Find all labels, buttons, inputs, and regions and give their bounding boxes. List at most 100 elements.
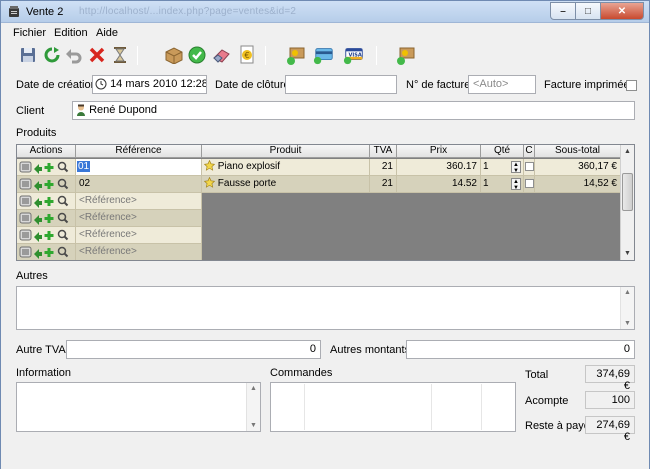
svg-text:VISA: VISA	[349, 52, 362, 58]
minimize-button[interactable]: –	[550, 2, 576, 20]
row-1-product[interactable]: Piano explosif	[202, 159, 370, 176]
row-1-tva[interactable]: 21	[370, 159, 397, 176]
row-actions-icon[interactable]	[19, 228, 75, 242]
autre-tva-field[interactable]: 0	[66, 340, 321, 359]
hourglass-icon[interactable]	[109, 44, 131, 66]
row-1-reference[interactable]: 01	[76, 159, 202, 176]
window-url: http://localhost/...index.php?page=vente…	[79, 6, 297, 17]
row-actions-icon[interactable]	[19, 194, 75, 208]
creation-date-field[interactable]: 14 mars 2010 12:28:04	[92, 75, 207, 94]
creation-date-value: 14 mars 2010 12:28:04	[110, 78, 206, 90]
delete-icon[interactable]	[86, 44, 108, 66]
remaining-value: 274,69 €	[585, 416, 635, 443]
row-2-reference[interactable]: 02	[76, 176, 202, 193]
qty-spinner[interactable]: ▲ ▼	[511, 178, 521, 191]
col-reference[interactable]: Référence	[76, 145, 202, 158]
scroll-thumb[interactable]	[622, 173, 633, 211]
remaining-label: Reste à payer	[525, 420, 594, 432]
col-actions[interactable]: Actions	[17, 145, 76, 158]
total-label: Total	[525, 369, 549, 381]
row-actions-icon[interactable]	[19, 177, 75, 191]
row-1-qty[interactable]: 1 ▲ ▼	[481, 159, 524, 176]
invoice-printed-label: Facture imprimée	[544, 79, 630, 91]
row-actions-icon[interactable]	[19, 211, 75, 225]
empty-row-2-reference[interactable]: <Référence>	[76, 210, 202, 227]
window-title: Vente 2	[26, 6, 64, 18]
validate-icon[interactable]	[186, 44, 208, 66]
clock-icon	[95, 78, 107, 90]
star-icon	[203, 176, 216, 188]
invoice-printed-checkbox[interactable]	[626, 80, 637, 91]
autres-textarea[interactable]: ▲ ▼	[16, 286, 635, 330]
undo-icon[interactable]	[63, 44, 85, 66]
empty-row-1-reference[interactable]: <Référence>	[76, 193, 202, 210]
eraser-icon[interactable]	[211, 44, 233, 66]
creation-date-label: Date de création	[16, 79, 97, 91]
client-value: René Dupond	[89, 104, 157, 116]
total-value: 374,69 €	[585, 365, 635, 392]
card-icon[interactable]	[313, 44, 335, 66]
col-subtotal[interactable]: Sous-total	[535, 145, 621, 158]
autres-label: Autres	[16, 270, 48, 282]
col-c[interactable]: C	[524, 145, 535, 158]
empty-row-4-reference[interactable]: <Référence>	[76, 244, 202, 260]
row-2-c[interactable]	[524, 176, 535, 193]
row-1-subtotal: 360,17 €	[535, 159, 621, 176]
information-label: Information	[16, 367, 72, 379]
menu-fichier[interactable]: Fichier	[13, 27, 46, 39]
products-label: Produits	[16, 127, 57, 139]
information-scrollbar[interactable]: ▲ ▼	[246, 383, 260, 431]
autres-scrollbar[interactable]: ▲ ▼	[620, 287, 634, 329]
autres-montants-label: Autres montants	[330, 344, 411, 356]
empty-row-3-actions	[17, 227, 76, 244]
empty-row-1-actions	[17, 193, 76, 210]
col-product[interactable]: Produit	[202, 145, 370, 158]
closing-date-label: Date de clôture	[215, 79, 290, 91]
window: Vente 2 http://localhost/...index.php?pa…	[0, 0, 650, 469]
menu-aide[interactable]: Aide	[96, 27, 118, 39]
closing-date-field[interactable]	[285, 75, 397, 94]
empty-row-2-actions	[17, 210, 76, 227]
autres-montants-field[interactable]: 0	[406, 340, 635, 359]
scroll-down-arrow-icon[interactable]: ▼	[623, 249, 632, 258]
row-2-actions	[17, 176, 76, 193]
client-field[interactable]: René Dupond	[72, 101, 635, 120]
qty-spinner[interactable]: ▲ ▼	[511, 161, 521, 174]
row-2-tva[interactable]: 21	[370, 176, 397, 193]
group-icon[interactable]	[286, 44, 308, 66]
row-2-subtotal: 14,52 €	[535, 176, 621, 193]
row-1-c[interactable]	[524, 159, 535, 176]
col-qty[interactable]: Qté	[481, 145, 524, 158]
group-2-icon[interactable]	[396, 44, 418, 66]
col-price[interactable]: Prix	[397, 145, 481, 158]
refresh-icon[interactable]	[41, 44, 63, 66]
title-bar: Vente 2 http://localhost/...index.php?pa…	[1, 1, 649, 23]
empty-row-4-actions	[17, 244, 76, 260]
invoice-number-label: N° de facture	[406, 79, 471, 91]
menu-edition[interactable]: Edition	[54, 27, 88, 39]
save-icon[interactable]	[17, 44, 39, 66]
row-2-qty[interactable]: 1 ▲ ▼	[481, 176, 524, 193]
products-scrollbar[interactable]: ▲ ▼	[620, 145, 634, 260]
euro-icon[interactable]: €	[236, 44, 258, 66]
commandes-list[interactable]	[270, 382, 516, 432]
invoice-number-field[interactable]: <Auto>	[468, 75, 536, 94]
row-1-price[interactable]: 360.17	[397, 159, 481, 176]
row-2-price[interactable]: 14.52	[397, 176, 481, 193]
information-textarea[interactable]: ▲ ▼	[16, 382, 261, 432]
scroll-up-arrow-icon[interactable]: ▲	[623, 147, 632, 156]
row-actions-icon[interactable]	[19, 160, 75, 174]
row-actions-icon[interactable]	[19, 245, 75, 259]
products-grid: Actions Référence Produit TVA Prix Qté C…	[16, 144, 635, 261]
empty-row-3-reference[interactable]: <Référence>	[76, 227, 202, 244]
maximize-button[interactable]: □	[576, 2, 601, 20]
menu-bar: Fichier Edition Aide	[1, 24, 649, 42]
col-tva[interactable]: TVA	[370, 145, 397, 158]
close-button[interactable]: ✕	[601, 2, 644, 20]
user-icon	[77, 104, 85, 116]
package-icon[interactable]	[163, 44, 185, 66]
visa-icon[interactable]: VISA	[343, 44, 365, 66]
sale-form: Date de création 14 mars 2010 12:28:04 D…	[1, 69, 649, 469]
commandes-label: Commandes	[270, 367, 333, 379]
row-2-product[interactable]: Fausse porte	[202, 176, 370, 193]
